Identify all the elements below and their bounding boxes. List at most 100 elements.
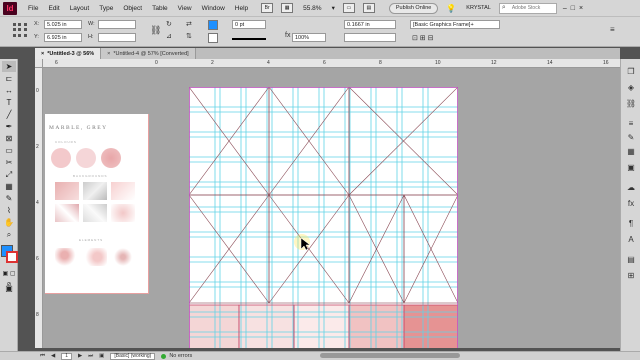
vertical-ruler[interactable]: 0 2 4 6 8 [35,68,43,348]
background-swatch[interactable] [55,182,79,200]
background-swatch[interactable] [55,204,79,222]
tab-untitled-3[interactable]: × *Untitled-3 @ 56% [35,48,102,59]
publish-online-button[interactable]: Publish Online [388,2,439,14]
constrain-link-icon[interactable]: ⛓ [150,25,161,36]
screen-mode-button[interactable]: ▭ [342,3,355,13]
screen-mode-icon[interactable]: ▣ [2,283,16,294]
gradient-icon[interactable]: ▦ [2,181,16,192]
horizontal-scrollbar[interactable] [320,353,460,358]
layers-icon[interactable]: ◈ [625,83,637,93]
workspace-switcher[interactable]: KRYSTAL [466,5,491,11]
prev-page-icon[interactable]: ◀ [51,353,55,359]
y-field[interactable]: 6.925 in [44,33,82,42]
corner-options-field[interactable] [344,33,396,42]
pen-icon[interactable]: ✒ [2,121,16,132]
colour-swatch-circle[interactable] [51,148,71,168]
links-icon[interactable]: ⛓ [625,99,637,109]
type-icon[interactable]: T [2,97,16,108]
tab-close-icon[interactable]: × [41,51,44,57]
menu-table[interactable]: Table [147,5,173,12]
character-styles-icon[interactable]: A [625,235,637,245]
last-page-icon[interactable]: ⏭ [88,353,93,360]
zoom-level[interactable]: 55.8% [303,5,321,12]
menu-layout[interactable]: Layout [65,5,95,12]
next-page-icon[interactable]: ▶ [78,353,82,359]
scissors-icon[interactable]: ✂ [2,157,16,168]
bridge-button[interactable]: Br [261,3,274,13]
stroke-swatch[interactable] [208,33,218,43]
open-page-icon[interactable]: ▣ [99,353,104,359]
menu-window[interactable]: Window [197,5,230,12]
apply-color-icon[interactable]: ▣ ▢ ⊘ [2,269,16,288]
maximize-icon[interactable]: □ [571,5,575,12]
w-field[interactable] [98,20,136,29]
close-icon[interactable]: × [579,5,583,12]
reference-point-icon[interactable] [13,23,27,37]
background-swatch[interactable] [111,204,135,222]
flip-vertical-icon[interactable]: ⇅ [186,32,192,40]
gap-tool-icon[interactable]: ↔ [2,85,16,96]
zoom-dropdown-icon[interactable]: ▾ [332,4,335,12]
object-styles-icon[interactable]: ▤ [625,255,637,265]
rectangle-frame-icon[interactable]: ⊠ [2,133,16,144]
lightbulb-icon[interactable]: 💡 [446,4,456,13]
menu-file[interactable]: File [23,5,43,12]
colour-swatch-circle[interactable] [101,148,121,168]
background-swatch[interactable] [83,204,107,222]
h-field[interactable] [98,33,136,42]
rectangle-icon[interactable]: ▭ [2,145,16,156]
panel-menu-icon[interactable]: ≡ [610,25,615,34]
arrange-documents-button[interactable]: ▤ [362,3,375,13]
effects-icon[interactable]: fx [625,199,637,209]
selection-icon[interactable]: ➤ [2,61,16,72]
element-swatch[interactable] [83,248,107,266]
background-swatch[interactable] [83,182,107,200]
opacity-field[interactable]: 100% [292,33,326,42]
zoom-icon[interactable]: ⌕ [2,229,16,240]
horizontal-ruler[interactable]: 6 0 2 4 6 8 10 12 14 16 [43,59,620,68]
menu-type[interactable]: Type [94,5,118,12]
menu-view[interactable]: View [173,5,197,12]
x-field[interactable]: 5.025 in [44,20,82,29]
stroke-weight-field[interactable]: 0 pt [232,20,266,29]
object-style-select[interactable]: [Basic Graphics Frame]+ [410,20,500,29]
stroke-type-selector[interactable] [232,38,266,40]
stroke-icon[interactable]: ≡ [625,119,637,129]
pasteboard[interactable]: MARBLE, GREY COLOURS BACKGROUNDS ELEMENT… [43,68,620,348]
flip-horizontal-icon[interactable]: ⇄ [186,20,192,28]
adobe-stock-search[interactable]: Adobe Stock [498,2,557,14]
shear-icon[interactable]: ⊿ [166,32,172,40]
ruler-origin[interactable] [35,59,43,68]
swatches-icon[interactable]: ▦ [625,147,637,157]
cc-libraries-icon[interactable]: ☁ [625,183,637,193]
grid-frames-svg[interactable] [188,86,459,348]
menu-edit[interactable]: Edit [43,5,64,12]
gap-field[interactable]: 0.1667 in [344,20,396,29]
pages-icon[interactable]: ❐ [625,67,637,77]
color-icon[interactable]: ✎ [625,133,637,143]
document-page[interactable] [188,86,459,348]
colour-swatch-circle[interactable] [76,148,96,168]
rotate-icon[interactable]: ↻ [166,20,172,28]
paragraph-styles-icon[interactable]: ¶ [625,219,637,229]
frame-fitting-icons[interactable]: ⊡ ⊞ ⊟ [412,34,434,42]
line-tool-icon[interactable]: ╱ [2,109,16,120]
tab-untitled-4[interactable]: × *Untitled-4 @ 57% [Converted] [101,48,196,59]
view-options-button[interactable]: ▦ [281,3,294,13]
element-swatch[interactable] [111,248,135,266]
page-number-field[interactable]: 1 [61,352,72,360]
free-transform-icon[interactable]: ⤢ [2,169,16,180]
hand-icon[interactable]: ✋ [2,217,16,228]
table-styles-icon[interactable]: ⊞ [625,271,637,281]
fill-swatch[interactable] [208,20,218,30]
moodboard-page[interactable]: MARBLE, GREY COLOURS BACKGROUNDS ELEMENT… [45,114,149,294]
first-page-icon[interactable]: ⏮ [40,353,45,360]
page-tool-icon[interactable]: ⊏ [2,73,16,84]
preflight-errors[interactable]: No errors [169,353,192,359]
eyedropper-icon[interactable]: ⌇ [2,205,16,216]
gradient-panel-icon[interactable]: ▣ [625,163,637,173]
menu-object[interactable]: Object [118,5,147,12]
background-swatch[interactable] [111,182,135,200]
effects-fx-icon[interactable]: fx [285,32,290,39]
menu-help[interactable]: Help [230,5,253,12]
